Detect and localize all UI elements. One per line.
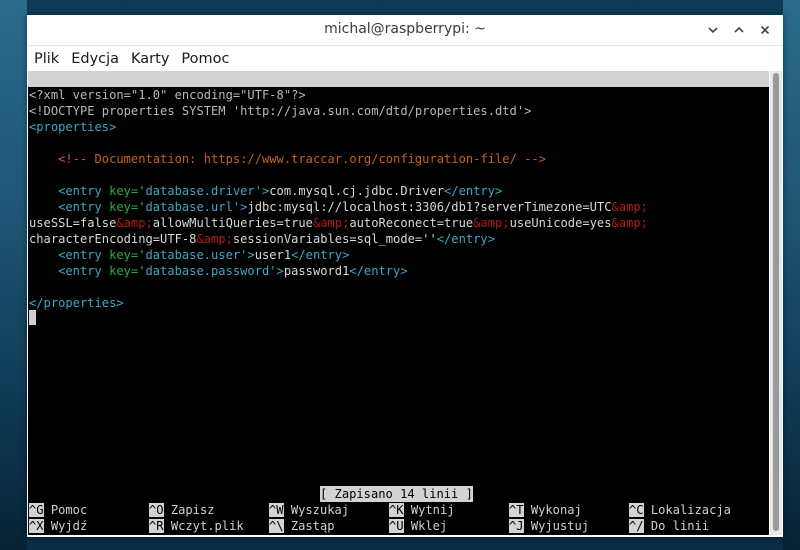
editor-line: useSSL=false&amp;allowMultiQueries=true&… <box>29 215 648 231</box>
editor-line: <entry key='database.password'>password1… <box>29 263 408 279</box>
key-attr: key= <box>101 200 139 214</box>
editor-line: <?xml version="1.0" encoding="UTF-8"?> <box>29 87 306 103</box>
url-value-part: useSSL=false <box>29 216 117 230</box>
entry-close-tag: </entry> <box>436 232 495 246</box>
menu-karty[interactable]: Karty <box>131 51 175 67</box>
editor-line: characterEncoding=UTF-8&amp;sessionVaria… <box>29 231 495 247</box>
doctype: <!DOCTYPE properties SYSTEM 'http://java… <box>29 104 532 118</box>
xml-declaration: <?xml version="1.0" encoding="UTF-8"?> <box>29 88 306 102</box>
shortcut-exit[interactable]: ^X Wyjdź <box>29 518 87 534</box>
driver-key: 'database.driver'> <box>138 184 270 198</box>
url-value-part: useUnicode=yes <box>509 216 612 230</box>
menu-bar: Plik Edycja Karty Pomoc <box>27 46 783 72</box>
nano-header-bar: GNU nano 7.2 /opt/traccar/conf/traccar.x… <box>28 71 769 118</box>
url-value-part: jdbc:mysql://localhost:3306/db1?serverTi… <box>247 200 612 214</box>
terminal-area[interactable]: GNU nano 7.2 /opt/traccar/conf/traccar.x… <box>28 71 769 535</box>
url-value-part: sessionVariables=sql_mode='' <box>232 232 437 246</box>
entry-tag: <entry <box>58 184 102 198</box>
amp-entity: &amp; <box>196 232 233 246</box>
url-value-part: characterEncoding=UTF-8 <box>29 232 197 246</box>
shortcut-read-file[interactable]: ^R Wczyt.plik <box>149 518 244 534</box>
shortcut-help[interactable]: ^G Pomoc <box>29 502 87 518</box>
status-message: [ Zapisano 14 linii ] <box>320 486 473 502</box>
amp-entity: &amp; <box>611 216 648 230</box>
entry-close-tag: </entry> <box>291 248 350 262</box>
editor-line: <properties> <box>29 119 116 135</box>
entry-tag: <entry <box>58 200 102 214</box>
entry-close-tag: </entry> <box>444 184 503 198</box>
password-value: password1 <box>283 264 350 278</box>
window-controls <box>703 20 775 40</box>
maximize-button[interactable] <box>729 20 749 40</box>
user-value: user1 <box>254 248 292 262</box>
shortcut-go-to-line[interactable]: ^/ Do linii <box>629 518 709 534</box>
shortcut-location[interactable]: ^C Lokalizacja <box>629 502 731 518</box>
text-cursor <box>29 310 36 325</box>
terminal-window: michal@raspberrypi: ~ Plik Edycja Karty … <box>27 15 783 537</box>
shortcut-search[interactable]: ^W Wyszukaj <box>269 502 349 518</box>
shortcut-execute[interactable]: ^T Wykonaj <box>509 502 582 518</box>
chevron-down-icon <box>708 27 718 34</box>
key-attr: key= <box>101 264 139 278</box>
editor-line: <!DOCTYPE properties SYSTEM 'http://java… <box>29 103 531 119</box>
menu-pomoc[interactable]: Pomoc <box>181 51 235 67</box>
properties-close-tag: </properties> <box>29 296 124 310</box>
editor-line: <!-- Documentation: https://www.traccar.… <box>29 151 546 167</box>
editor-line: <entry key='database.driver'>com.mysql.c… <box>29 183 502 199</box>
key-attr: key= <box>101 248 139 262</box>
chevron-up-icon <box>734 26 744 33</box>
editor-line: <entry key='database.url'>jdbc:mysql://l… <box>29 199 648 215</box>
url-key: 'database.url'> <box>138 200 248 214</box>
editor-line: </properties> <box>29 295 124 311</box>
amp-entity: &amp; <box>312 216 350 230</box>
entry-close-tag: </entry> <box>349 264 408 278</box>
amp-entity: &amp; <box>611 200 648 214</box>
editor-line: <entry key='database.user'>user1</entry> <box>29 247 349 263</box>
entry-tag: <entry <box>58 248 102 262</box>
scrollbar-thumb[interactable] <box>773 73 779 531</box>
entry-tag: <entry <box>58 264 102 278</box>
desktop-background-right <box>783 0 800 550</box>
menu-edycja[interactable]: Edycja <box>71 51 125 67</box>
minimize-button[interactable] <box>703 20 723 40</box>
amp-entity: &amp; <box>473 216 510 230</box>
close-button[interactable] <box>755 20 775 40</box>
shortcut-cut[interactable]: ^K Wytnij <box>389 502 455 518</box>
window-title: michal@raspberrypi: ~ <box>324 21 486 37</box>
close-icon <box>760 25 770 35</box>
comment: <!-- Documentation: https://www.traccar.… <box>58 152 546 166</box>
key-attr: key= <box>101 184 139 198</box>
properties-open-tag: <properties> <box>29 120 117 134</box>
url-value-part: autoReconect=true <box>349 216 474 230</box>
user-key: 'database.user'> <box>138 248 255 262</box>
shortcut-paste[interactable]: ^U Wklej <box>389 518 447 534</box>
driver-value: com.mysql.cj.jdbc.Driver <box>269 184 445 198</box>
amp-entity: &amp; <box>116 216 153 230</box>
menu-plik[interactable]: Plik <box>34 51 65 67</box>
title-bar[interactable]: michal@raspberrypi: ~ <box>27 15 783 46</box>
password-key: 'database.password'> <box>138 264 284 278</box>
scrollbar[interactable] <box>770 71 782 535</box>
shortcut-replace[interactable]: ^\ Zastąp <box>269 518 335 534</box>
desktop-background-left <box>0 0 27 550</box>
shortcut-save[interactable]: ^O Zapisz <box>149 502 215 518</box>
url-value-part: allowMultiQueries=true <box>152 216 313 230</box>
shortcut-justify[interactable]: ^J Wyjustuj <box>509 518 589 534</box>
